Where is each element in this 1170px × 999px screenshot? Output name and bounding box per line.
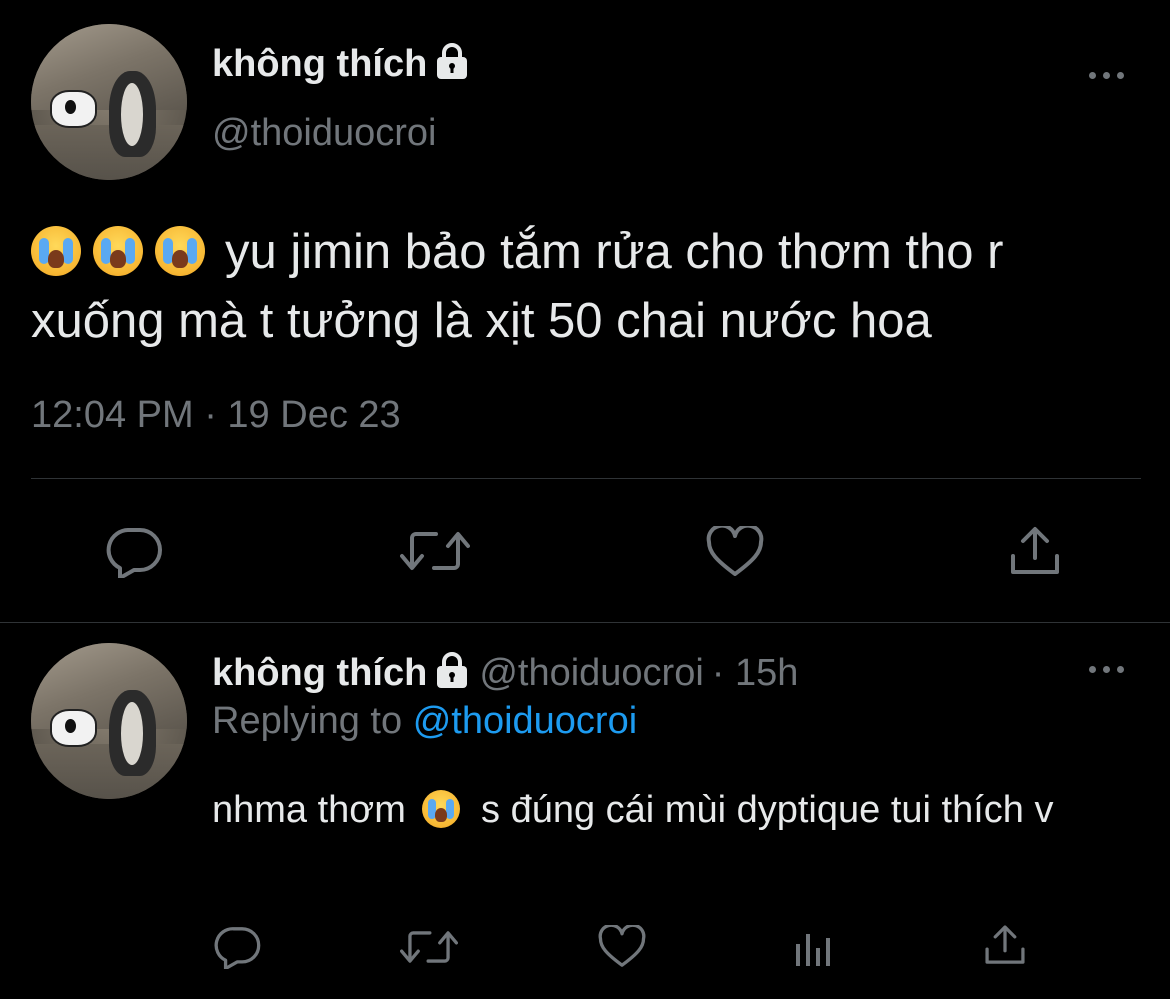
replying-label: Replying to <box>212 700 403 742</box>
reply-text: nhma thơm s đúng cái mùi dyptique tui th… <box>212 784 1112 836</box>
loudly-crying-face-emoji <box>155 226 205 276</box>
author-handle[interactable]: @thoiduocroi <box>212 112 436 155</box>
reply-icon[interactable] <box>214 925 262 969</box>
lock-icon <box>433 651 471 689</box>
reply-text-start: nhma thơm <box>212 789 406 831</box>
more-options-icon[interactable] <box>1087 663 1127 675</box>
avatar[interactable] <box>31 643 187 799</box>
avatar[interactable] <box>31 24 187 180</box>
divider <box>0 622 1170 623</box>
like-icon[interactable] <box>706 526 764 578</box>
lock-icon <box>433 42 471 80</box>
retweet-icon[interactable] <box>400 526 470 576</box>
more-options-icon[interactable] <box>1087 69 1127 81</box>
analytics-icon[interactable] <box>794 926 834 968</box>
divider <box>31 478 1141 479</box>
tweet-text: yu jimin bảo tắm rửa cho thơm tho r xuốn… <box>31 218 1146 356</box>
share-icon[interactable] <box>1008 524 1062 578</box>
reply-age[interactable]: · 15h <box>712 652 799 694</box>
reply-text-end: s đúng cái mùi dyptique tui thích v <box>481 789 1054 831</box>
loudly-crying-face-emoji <box>31 226 81 276</box>
tweet-thread: không thích @thoiduocroi yu jimin bảo tắ… <box>0 0 1170 999</box>
like-icon[interactable] <box>598 925 646 969</box>
author-name-text: không thích <box>212 43 428 85</box>
loudly-crying-face-emoji <box>93 226 143 276</box>
mention-link[interactable]: @thoiduocroi <box>413 700 637 742</box>
author-name[interactable]: không thích <box>212 652 427 694</box>
replying-to: Replying to @thoiduocroi <box>212 700 637 743</box>
author-handle[interactable]: @thoiduocroi <box>479 652 703 694</box>
share-icon[interactable] <box>983 922 1027 968</box>
retweet-icon[interactable] <box>400 926 458 968</box>
reply-header: không thích @thoiduocroi · 15h <box>212 651 798 695</box>
reply-icon[interactable] <box>106 526 164 578</box>
loudly-crying-face-emoji <box>422 790 461 828</box>
tweet-timestamp[interactable]: 12:04 PM · 19 Dec 23 <box>31 394 401 437</box>
author-name[interactable]: không thích <box>212 42 471 86</box>
main-tweet: không thích @thoiduocroi yu jimin bảo tắ… <box>0 0 1170 622</box>
